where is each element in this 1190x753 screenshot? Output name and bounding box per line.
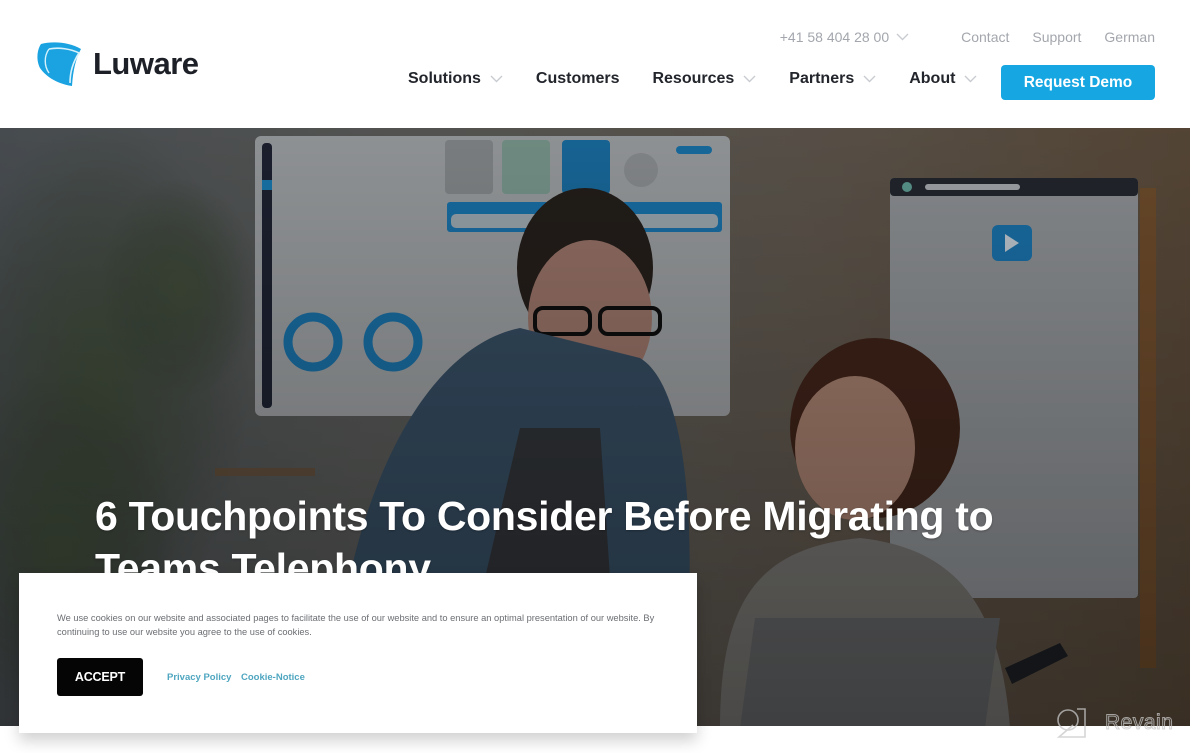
- nav-item-label: Customers: [535, 70, 620, 87]
- cookie-notice-link[interactable]: Cookie-Notice: [241, 672, 305, 683]
- nav-item-about[interactable]: About: [909, 70, 977, 88]
- nav-item-label: About: [909, 70, 956, 87]
- privacy-policy-link[interactable]: Privacy Policy: [167, 672, 231, 683]
- phone-number: +41 58 404 28 00: [779, 29, 890, 45]
- cookie-message: We use cookies on our website and associ…: [57, 613, 655, 637]
- cookie-consent-banner: We use cookies on our website and associ…: [19, 573, 697, 733]
- nav-item-label: Solutions: [408, 70, 481, 87]
- chevron-down-icon: [490, 75, 503, 83]
- logo-text: Luware: [93, 46, 199, 81]
- luware-logo-icon: [37, 42, 81, 86]
- watermark-text: Revain: [1104, 711, 1174, 735]
- nav-item-label: Partners: [789, 70, 855, 87]
- nav-item-customers[interactable]: Customers: [536, 70, 620, 88]
- utility-nav: +41 58 404 28 00 Contact Support German: [780, 29, 1155, 45]
- nav-item-solutions[interactable]: Solutions: [408, 70, 503, 88]
- contact-link[interactable]: Contact: [961, 29, 1009, 45]
- language-link[interactable]: German: [1104, 29, 1155, 45]
- accept-cookies-button[interactable]: ACCEPT: [57, 658, 143, 696]
- chevron-down-icon: [863, 75, 876, 83]
- support-link[interactable]: Support: [1032, 29, 1081, 45]
- phone-dropdown[interactable]: +41 58 404 28 00: [780, 29, 909, 45]
- chevron-down-icon: [743, 75, 756, 83]
- chevron-down-icon: [896, 33, 909, 41]
- revain-logo-icon: [1056, 708, 1086, 738]
- chevron-down-icon: [964, 75, 977, 83]
- logo-link[interactable]: Luware: [35, 40, 199, 88]
- request-demo-button[interactable]: Request Demo: [1001, 65, 1155, 100]
- nav-item-partners[interactable]: Partners: [789, 70, 876, 88]
- site-header: Luware +41 58 404 28 00 Contact Support …: [0, 0, 1190, 128]
- main-nav: Solutions Customers Resources Partners A…: [408, 70, 1010, 88]
- nav-item-label: Resources: [652, 70, 735, 87]
- nav-item-resources[interactable]: Resources: [652, 70, 756, 88]
- revain-watermark: Revain: [1055, 707, 1173, 739]
